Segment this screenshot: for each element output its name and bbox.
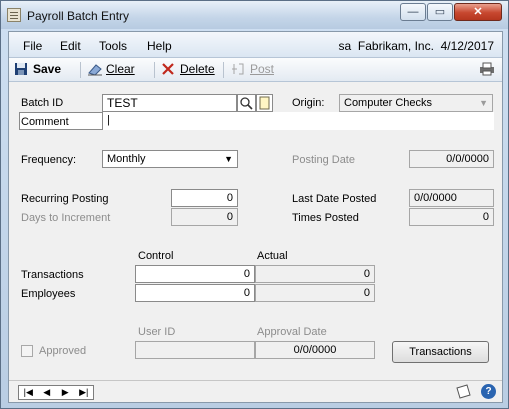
approved-checkbox[interactable]: [21, 345, 33, 357]
menu-tools[interactable]: Tools: [99, 39, 127, 53]
last-date-posted-field: 0/0/0000: [409, 189, 494, 207]
transactions-actual-field: 0: [255, 265, 375, 283]
origin-label: Origin:: [292, 97, 325, 109]
employees-actual-field: 0: [255, 284, 375, 302]
toolbar: Save Clear Delete Post: [9, 58, 502, 82]
payroll-batch-entry-window: Payroll Batch Entry — ▭ ✕ File Edit Tool…: [0, 0, 509, 409]
approval-date-field: 0/0/0000: [255, 341, 375, 359]
batch-id-label: Batch ID: [21, 97, 64, 109]
chevron-down-icon: ▼: [479, 98, 488, 108]
menu-bar: File Edit Tools Help sa Fabrikam, Inc. 4…: [9, 32, 502, 58]
employees-label: Employees: [21, 288, 76, 300]
toolbar-separator: [154, 62, 155, 78]
post-label: Post: [250, 62, 275, 76]
days-to-increment-label: Days to Increment: [21, 212, 111, 224]
last-date-posted-label: Last Date Posted: [292, 193, 377, 205]
note-page-icon[interactable]: [455, 384, 472, 402]
clear-label: Clear: [106, 62, 135, 76]
origin-select[interactable]: Computer Checks ▼: [339, 94, 493, 112]
last-record-icon[interactable]: ▶|: [75, 386, 94, 399]
save-disk-icon: [14, 62, 28, 76]
menu-help[interactable]: Help: [147, 39, 172, 53]
approved-label: Approved: [39, 345, 87, 357]
status-bar: |◀ ◀ ▶ ▶| ?: [9, 380, 502, 402]
control-header: Control: [138, 250, 174, 262]
save-label: Save: [33, 62, 62, 76]
delete-x-icon: [161, 62, 175, 76]
recurring-posting-label: Recurring Posting: [21, 193, 109, 205]
toolbar-separator: [223, 62, 224, 78]
employees-control-field[interactable]: 0: [135, 284, 255, 302]
posting-date-label: Posting Date: [292, 154, 355, 166]
menu-file[interactable]: File: [23, 39, 42, 53]
comment-field[interactable]: |: [102, 112, 494, 130]
close-button[interactable]: ✕: [454, 3, 502, 21]
user-id-label: User ID: [138, 326, 176, 338]
transactions-control-field[interactable]: 0: [135, 265, 255, 283]
record-navigator: |◀ ◀ ▶ ▶|: [18, 385, 94, 400]
menu-edit[interactable]: Edit: [60, 39, 81, 53]
user-company-date: sa Fabrikam, Inc. 4/12/2017: [339, 39, 494, 53]
next-record-icon[interactable]: ▶: [56, 386, 75, 399]
window-app-icon: [7, 8, 21, 22]
posting-date-field: 0/0/0000: [409, 150, 494, 168]
print-button[interactable]: [479, 62, 494, 76]
first-record-icon[interactable]: |◀: [19, 386, 38, 399]
clear-button[interactable]: Clear: [87, 62, 135, 76]
times-posted-label: Times Posted: [292, 212, 359, 224]
batch-id-field[interactable]: TEST: [102, 94, 237, 112]
post-icon: [231, 62, 245, 76]
printer-icon: [479, 62, 494, 76]
frequency-select[interactable]: Monthly ▼: [102, 150, 238, 168]
user-date: 4/12/2017: [440, 39, 494, 53]
user-name: sa: [338, 39, 352, 53]
transactions-label: Transactions: [21, 269, 84, 281]
frequency-value: Monthly: [107, 153, 146, 165]
save-button[interactable]: Save: [14, 62, 61, 76]
help-icon[interactable]: ?: [481, 384, 496, 399]
comment-label: Comment: [21, 116, 69, 128]
window-client: File Edit Tools Help sa Fabrikam, Inc. 4…: [8, 31, 503, 403]
frequency-label: Frequency:: [21, 154, 77, 166]
transactions-button[interactable]: Transactions: [392, 341, 489, 363]
batch-lookup-button[interactable]: [237, 94, 256, 112]
maximize-button[interactable]: ▭: [427, 3, 453, 21]
post-button[interactable]: Post: [231, 62, 274, 76]
times-posted-field: 0: [409, 208, 494, 226]
recurring-posting-field[interactable]: 0: [171, 189, 238, 207]
toolbar-separator: [80, 62, 81, 78]
eraser-icon: [87, 62, 102, 76]
chevron-down-icon: ▼: [224, 154, 233, 164]
approval-date-label: Approval Date: [257, 326, 327, 338]
delete-label: Delete: [180, 62, 215, 76]
delete-button[interactable]: Delete: [161, 62, 215, 76]
previous-record-icon[interactable]: ◀: [38, 386, 57, 399]
actual-header: Actual: [257, 250, 288, 262]
origin-value: Computer Checks: [344, 97, 433, 109]
title-bar[interactable]: Payroll Batch Entry — ▭ ✕: [1, 1, 508, 29]
minimize-button[interactable]: —: [400, 3, 426, 21]
user-id-field: [135, 341, 255, 359]
days-to-increment-field: 0: [171, 208, 238, 226]
company-name: Fabrikam, Inc.: [357, 39, 434, 53]
window-title: Payroll Batch Entry: [27, 9, 130, 23]
batch-note-button[interactable]: [256, 94, 273, 112]
